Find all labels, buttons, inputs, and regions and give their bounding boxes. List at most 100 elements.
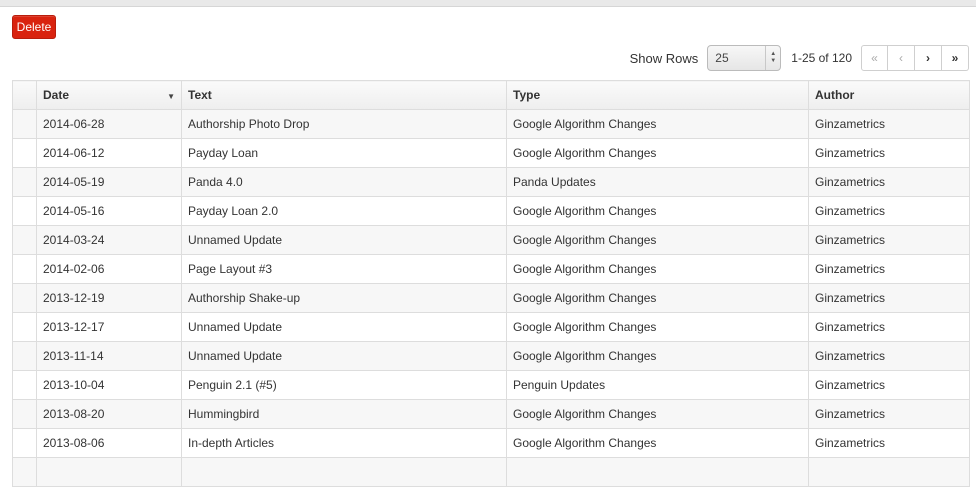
show-rows-label: Show Rows xyxy=(629,50,699,66)
table-row[interactable]: 2014-05-16 Payday Loan 2.0 Google Algorith… xyxy=(12,196,970,226)
table-row[interactable]: 2013-11-14 Unnamed Update Google Algorithm… xyxy=(12,341,970,371)
cell-author: Ginzametrics xyxy=(808,225,970,255)
cell-author: Ginzametrics xyxy=(808,138,970,168)
cell-author xyxy=(808,457,970,487)
cell-date: 2014-06-12 xyxy=(36,138,182,168)
table-header-row: Date ▼ Text Type Author xyxy=(12,80,970,110)
cell-text: Authorship Photo Drop xyxy=(181,109,507,139)
table-row[interactable]: 2014-06-28 Authorship Photo Drop Google Al… xyxy=(12,109,970,139)
rows-per-page-value: 25 xyxy=(715,51,729,65)
column-header-date[interactable]: Date ▼ xyxy=(36,80,182,110)
table-body: 2014-06-28 Authorship Photo Drop Google Al… xyxy=(12,109,970,487)
cell-type: Google Algorithm Changes xyxy=(506,254,809,284)
table-row[interactable]: 2013-10-04 Penguin 2.1 (#5) Penguin Update… xyxy=(12,370,970,400)
cell-date: 2014-05-19 xyxy=(36,167,182,197)
cell-author: Ginzametrics xyxy=(808,254,970,284)
cell-text: Unnamed Update xyxy=(181,312,507,342)
cell-author: Ginzametrics xyxy=(808,312,970,342)
cell-type: Google Algorithm Changes xyxy=(506,109,809,139)
cell-date: 2014-03-24 xyxy=(36,225,182,255)
delete-button[interactable]: Delete xyxy=(12,15,56,39)
column-label: Date xyxy=(43,88,70,102)
row-select-cell[interactable] xyxy=(12,254,37,284)
cell-date: 2013-10-04 xyxy=(36,370,182,400)
cell-type: Google Algorithm Changes xyxy=(506,283,809,313)
table-row[interactable]: 2013-08-06 In-depth Articles Google Algori… xyxy=(12,428,970,458)
cell-type: Google Algorithm Changes xyxy=(506,399,809,429)
cell-author: Ginzametrics xyxy=(808,370,970,400)
row-select-cell[interactable] xyxy=(12,312,37,342)
cell-author: Ginzametrics xyxy=(808,428,970,458)
row-select-cell[interactable] xyxy=(12,167,37,197)
pagination: « ‹ › » xyxy=(861,45,969,71)
cell-date: 2013-12-17 xyxy=(36,312,182,342)
cell-text: In-depth Articles xyxy=(181,428,507,458)
cell-type: Google Algorithm Changes xyxy=(506,312,809,342)
table-row[interactable] xyxy=(12,457,970,487)
table-row[interactable]: 2013-12-17 Unnamed Update Google Algorithm… xyxy=(12,312,970,342)
rows-per-page-select[interactable]: 25 ▲ ▼ xyxy=(707,45,782,71)
last-page-button[interactable]: » xyxy=(942,45,969,71)
cell-type: Google Algorithm Changes xyxy=(506,196,809,226)
table-row[interactable]: 2014-06-12 Payday Loan Google Algorithm Ch… xyxy=(12,138,970,168)
cell-type: Panda Updates xyxy=(506,167,809,197)
cell-text: Unnamed Update xyxy=(181,341,507,371)
row-select-cell[interactable] xyxy=(12,225,37,255)
cell-date: 2013-08-06 xyxy=(36,428,182,458)
row-select-cell[interactable] xyxy=(12,109,37,139)
cell-text xyxy=(181,457,507,487)
table-toolbar: Show Rows 25 ▲ ▼ 1-25 of 120 « ‹ › » xyxy=(630,45,969,71)
column-header-text[interactable]: Text xyxy=(181,80,507,110)
top-border xyxy=(0,0,976,7)
next-page-button[interactable]: › xyxy=(915,45,942,71)
cell-text: Panda 4.0 xyxy=(181,167,507,197)
data-table: Date ▼ Text Type Author 2014-06-28 Authors… xyxy=(12,80,970,487)
cell-date: 2014-05-16 xyxy=(36,196,182,226)
row-select-cell[interactable] xyxy=(12,399,37,429)
cell-text: Payday Loan 2.0 xyxy=(181,196,507,226)
cell-type: Google Algorithm Changes xyxy=(506,428,809,458)
prev-page-button[interactable]: ‹ xyxy=(888,45,915,71)
cell-text: Hummingbird xyxy=(181,399,507,429)
select-all-cell[interactable] xyxy=(12,80,37,110)
row-select-cell[interactable] xyxy=(12,138,37,168)
select-arrows-icon: ▲ ▼ xyxy=(765,46,780,70)
table-row[interactable]: 2014-05-19 Panda 4.0 Panda Updates Ginzamet… xyxy=(12,167,970,197)
cell-type: Google Algorithm Changes xyxy=(506,341,809,371)
cell-author: Ginzametrics xyxy=(808,399,970,429)
cell-date: 2013-11-14 xyxy=(36,341,182,371)
column-header-author[interactable]: Author xyxy=(808,80,970,110)
cell-date: 2014-06-28 xyxy=(36,109,182,139)
cell-date: 2013-12-19 xyxy=(36,283,182,313)
column-label: Text xyxy=(188,88,212,102)
table-row[interactable]: 2013-08-20 Hummingbird Google Algorithm Ch… xyxy=(12,399,970,429)
cell-text: Payday Loan xyxy=(181,138,507,168)
page-range-text: 1-25 of 120 xyxy=(791,51,852,65)
cell-author: Ginzametrics xyxy=(808,341,970,371)
row-select-cell[interactable] xyxy=(12,457,37,487)
cell-date: 2013-08-20 xyxy=(36,399,182,429)
cell-type: Google Algorithm Changes xyxy=(506,225,809,255)
cell-date xyxy=(36,457,182,487)
row-select-cell[interactable] xyxy=(12,196,37,226)
sort-desc-icon: ▼ xyxy=(167,92,175,101)
cell-type: Google Algorithm Changes xyxy=(506,138,809,168)
table-row[interactable]: 2014-02-06 Page Layout #3 Google Algorithm… xyxy=(12,254,970,284)
cell-type xyxy=(506,457,809,487)
cell-date: 2014-02-06 xyxy=(36,254,182,284)
row-select-cell[interactable] xyxy=(12,428,37,458)
cell-text: Unnamed Update xyxy=(181,225,507,255)
cell-author: Ginzametrics xyxy=(808,196,970,226)
row-select-cell[interactable] xyxy=(12,283,37,313)
first-page-button[interactable]: « xyxy=(861,45,888,71)
cell-author: Ginzametrics xyxy=(808,167,970,197)
table-row[interactable]: 2014-03-24 Unnamed Update Google Algorithm… xyxy=(12,225,970,255)
cell-author: Ginzametrics xyxy=(808,283,970,313)
table-row[interactable]: 2013-12-19 Authorship Shake-up Google Algo… xyxy=(12,283,970,313)
cell-text: Penguin 2.1 (#5) xyxy=(181,370,507,400)
cell-text: Authorship Shake-up xyxy=(181,283,507,313)
column-label: Author xyxy=(815,88,855,102)
row-select-cell[interactable] xyxy=(12,370,37,400)
row-select-cell[interactable] xyxy=(12,341,37,371)
column-header-type[interactable]: Type xyxy=(506,80,809,110)
